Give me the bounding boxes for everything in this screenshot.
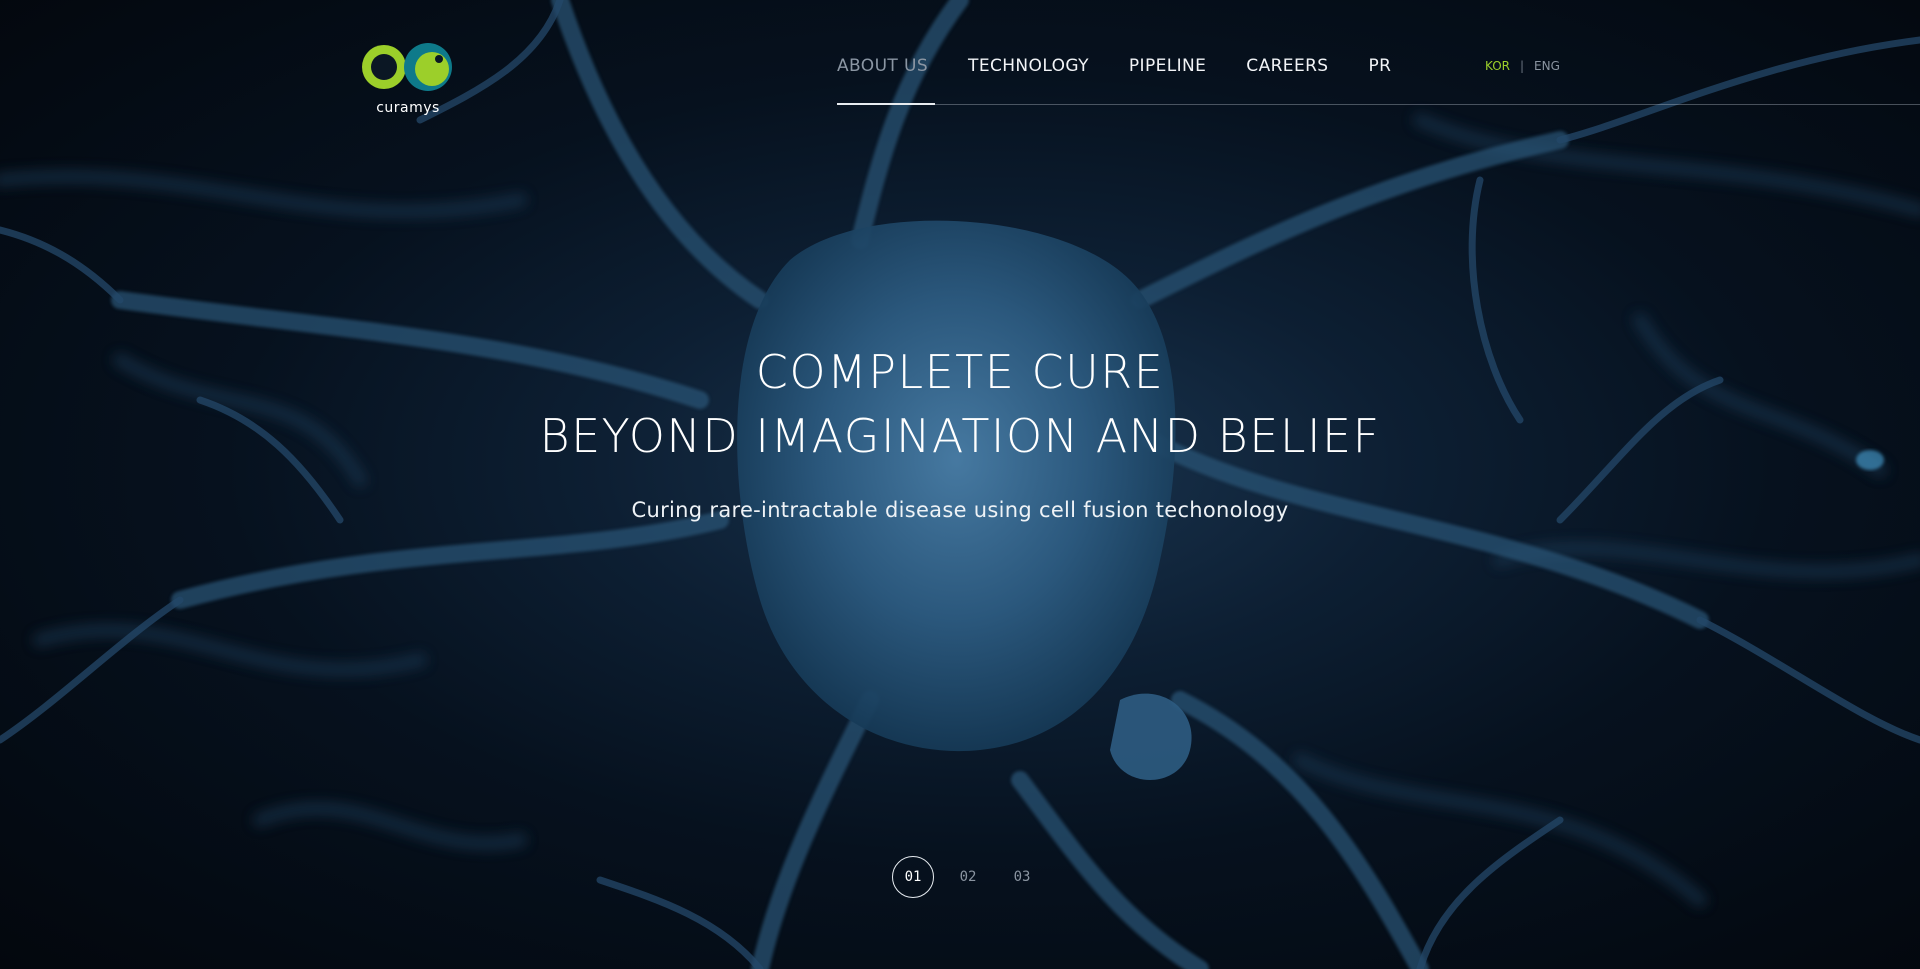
nav-divider <box>837 104 1920 105</box>
nav-item-pipeline[interactable]: PIPELINE <box>1129 56 1206 76</box>
hero-title: COMPLETE CURE BEYOND IMAGINATION AND BEL… <box>0 340 1920 468</box>
nav-item-careers[interactable]: CAREERS <box>1246 56 1328 76</box>
neuron-background-image <box>0 0 1920 969</box>
nav-item-pr[interactable]: PR <box>1369 56 1392 76</box>
nav-item-technology[interactable]: TECHNOLOGY <box>968 56 1089 76</box>
logo-mark-icon <box>362 43 452 91</box>
logo-wordmark: curamys <box>376 100 440 116</box>
lang-kor-link[interactable]: KOR <box>1485 59 1510 73</box>
hero-title-line-2: BEYOND IMAGINATION AND BELIEF <box>539 409 1381 463</box>
pager-item-01[interactable]: 01 <box>892 856 934 898</box>
pager-item-02[interactable]: 02 <box>948 857 988 897</box>
nav-active-indicator <box>837 103 935 105</box>
lang-eng-link[interactable]: ENG <box>1534 59 1560 73</box>
language-switcher: KOR | ENG <box>1485 59 1560 73</box>
hero-subtitle: Curing rare-intractable disease using ce… <box>631 498 1289 522</box>
nav-item-about-us[interactable]: ABOUT US <box>837 56 928 76</box>
main-nav: ABOUT US TECHNOLOGY PIPELINE CAREERS PR <box>837 56 1391 76</box>
pager-item-03[interactable]: 03 <box>1002 857 1042 897</box>
lang-separator: | <box>1520 59 1525 73</box>
slide-pager: 01 02 03 <box>892 856 1042 898</box>
hero-title-line-1: COMPLETE CURE <box>755 345 1165 399</box>
hero-section: curamys ABOUT US TECHNOLOGY PIPELINE CAR… <box>0 0 1920 969</box>
curamys-logo[interactable]: curamys <box>356 40 460 120</box>
